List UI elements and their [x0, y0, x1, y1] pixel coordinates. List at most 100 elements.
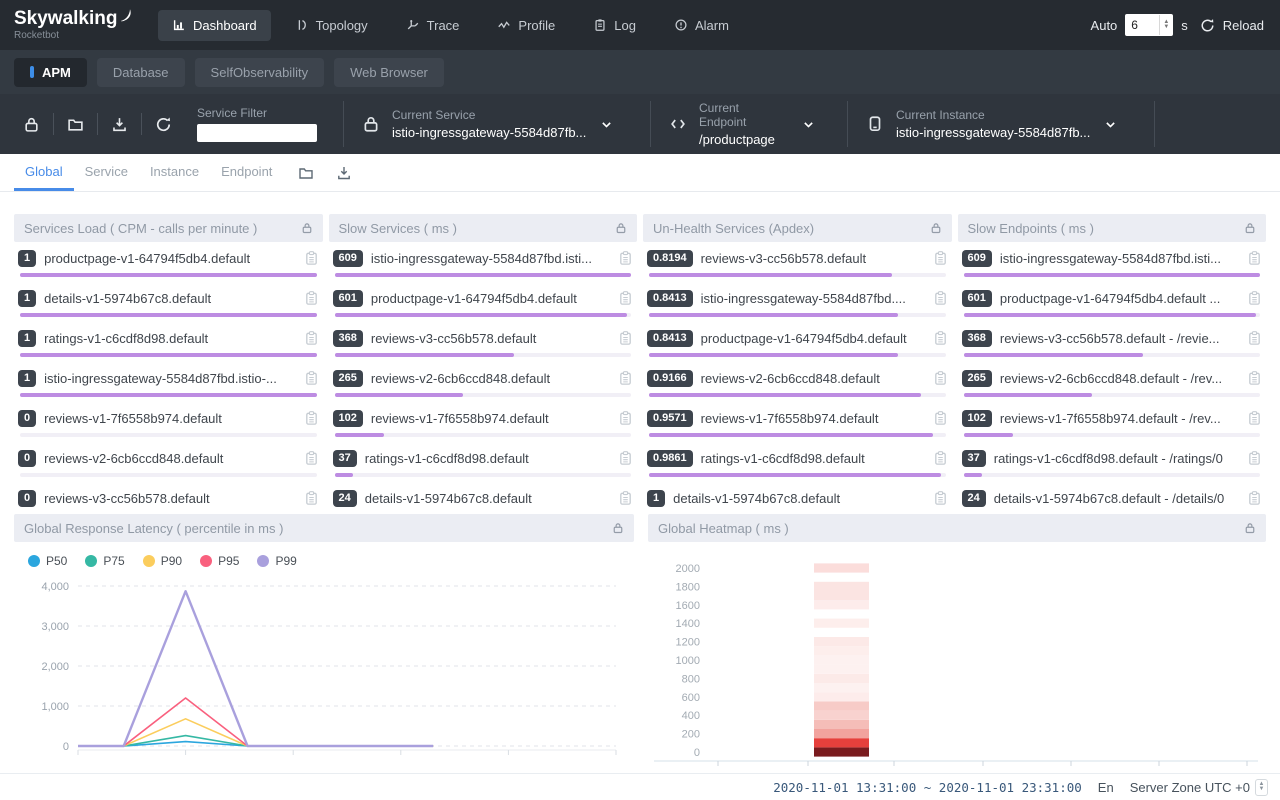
service-name: ratings-v1-c6cdf8d98.default [701, 451, 925, 466]
lock-icon[interactable] [10, 116, 53, 133]
page-btn-web-browser[interactable]: Web Browser [334, 58, 444, 87]
tab-instance[interactable]: Instance [139, 154, 210, 191]
service-row: 601productpage-v1-64794f5db4.default [329, 282, 638, 322]
reload-label[interactable]: Reload [1223, 18, 1264, 33]
value-bar [649, 473, 946, 477]
clipboard-icon[interactable] [304, 370, 319, 386]
tab-endpoint[interactable]: Endpoint [210, 154, 283, 191]
clipboard-icon[interactable] [1247, 450, 1262, 466]
clipboard-icon[interactable] [618, 450, 633, 466]
nav-item-profile[interactable]: Profile [483, 10, 569, 41]
auto-interval-input[interactable]: ▲▼ [1125, 14, 1173, 36]
clipboard-icon[interactable] [304, 450, 319, 466]
nav-item-trace[interactable]: Trace [392, 10, 474, 41]
clipboard-icon[interactable] [618, 290, 633, 306]
language-switcher[interactable]: En [1098, 780, 1114, 795]
clipboard-icon[interactable] [618, 490, 633, 506]
page-btn-selfobservability[interactable]: SelfObservability [195, 58, 325, 87]
time-range-picker[interactable]: 2020-11-01 13:31:00 ~ 2020-11-01 23:31:0… [773, 780, 1082, 795]
svg-text:2000: 2000 [676, 563, 700, 575]
clipboard-icon[interactable] [1247, 330, 1262, 346]
service-name: details-v1-5974b67c8.default [44, 291, 295, 306]
value-bar [20, 473, 317, 477]
legend-item-p95[interactable]: P95 [200, 554, 239, 568]
tab-global[interactable]: Global [14, 154, 74, 191]
clipboard-icon[interactable] [1247, 490, 1262, 506]
clipboard-icon[interactable] [933, 370, 948, 386]
value-badge: 368 [333, 330, 363, 347]
legend-dot-icon [257, 555, 269, 567]
value-bar [964, 273, 1261, 277]
download-icon[interactable] [98, 116, 141, 133]
clipboard-icon[interactable] [933, 450, 948, 466]
server-zone-label: Server Zone UTC +0 [1130, 780, 1250, 795]
service-filter-label: Service Filter [197, 106, 329, 120]
lock-icon[interactable] [301, 222, 313, 234]
service-filter-input[interactable] [197, 124, 317, 142]
nav-label: Profile [518, 18, 555, 33]
clipboard-icon[interactable] [933, 410, 948, 426]
nav-item-alarm[interactable]: Alarm [660, 10, 743, 41]
server-zone-control[interactable]: Server Zone UTC +0 ▲▼ [1130, 779, 1268, 796]
legend-label: P90 [161, 554, 182, 568]
value-bar [649, 273, 946, 277]
value-badge: 1 [18, 370, 36, 387]
clipboard-icon[interactable] [618, 330, 633, 346]
number-stepper-icon[interactable]: ▲▼ [1159, 15, 1172, 35]
legend-item-p50[interactable]: P50 [28, 554, 67, 568]
clipboard-icon[interactable] [933, 290, 948, 306]
clipboard-icon[interactable] [1247, 290, 1262, 306]
download-icon[interactable] [327, 165, 361, 181]
page-btn-apm[interactable]: APM [14, 58, 87, 87]
refresh-icon[interactable] [142, 116, 185, 133]
clipboard-icon[interactable] [933, 330, 948, 346]
clipboard-icon[interactable] [933, 250, 948, 266]
current-endpoint-selector[interactable]: Current Endpoint /productpage [651, 101, 833, 147]
log-icon [593, 18, 607, 32]
value-bar [20, 313, 317, 317]
nav-item-topology[interactable]: Topology [281, 10, 382, 41]
legend-item-p99[interactable]: P99 [257, 554, 296, 568]
service-row: 24details-v1-5974b67c8.default - /detail… [958, 482, 1267, 510]
clipboard-icon[interactable] [304, 290, 319, 306]
nav-item-log[interactable]: Log [579, 10, 650, 41]
value-bar [335, 273, 632, 277]
value-badge: 0.8413 [647, 290, 693, 307]
tab-service[interactable]: Service [74, 154, 139, 191]
clipboard-icon[interactable] [304, 490, 319, 506]
lock-icon[interactable] [1244, 522, 1256, 534]
panel-title: Un-Health Services (Apdex) [653, 221, 814, 236]
service-row: 0.8194reviews-v3-cc56b578.default [643, 242, 952, 282]
legend-item-p90[interactable]: P90 [143, 554, 182, 568]
clipboard-icon[interactable] [933, 490, 948, 506]
lock-icon[interactable] [1244, 222, 1256, 234]
clipboard-icon[interactable] [304, 250, 319, 266]
clipboard-icon[interactable] [304, 330, 319, 346]
value-bar [964, 353, 1261, 357]
lock-icon[interactable] [930, 222, 942, 234]
clipboard-icon[interactable] [618, 410, 633, 426]
clipboard-icon[interactable] [304, 410, 319, 426]
auto-interval-value[interactable] [1125, 18, 1155, 32]
service-row: 1ratings-v1-c6cdf8d98.default [14, 322, 323, 362]
value-bar [20, 433, 317, 437]
clipboard-icon[interactable] [1247, 410, 1262, 426]
clipboard-icon[interactable] [1247, 370, 1262, 386]
folder-icon[interactable] [54, 116, 97, 133]
folder-icon[interactable] [289, 165, 323, 181]
lock-icon[interactable] [615, 222, 627, 234]
panel-global-heatmap: Global Heatmap ( ms ) 020040060080010001… [648, 514, 1266, 776]
number-stepper-icon[interactable]: ▲▼ [1255, 779, 1268, 796]
selector-label: Current Service [392, 108, 586, 122]
page-btn-database[interactable]: Database [97, 58, 185, 87]
clipboard-icon[interactable] [618, 250, 633, 266]
reload-icon[interactable] [1200, 18, 1215, 33]
current-service-selector[interactable]: Current Service istio-ingressgateway-558… [344, 108, 636, 140]
clipboard-icon[interactable] [1247, 250, 1262, 266]
lock-icon[interactable] [612, 522, 624, 534]
current-instance-selector[interactable]: Current Instance istio-ingressgateway-55… [848, 108, 1140, 140]
clipboard-icon[interactable] [618, 370, 633, 386]
legend-item-p75[interactable]: P75 [85, 554, 124, 568]
service-name: productpage-v1-64794f5db4.default [701, 331, 925, 346]
nav-item-dashboard[interactable]: Dashboard [158, 10, 271, 41]
